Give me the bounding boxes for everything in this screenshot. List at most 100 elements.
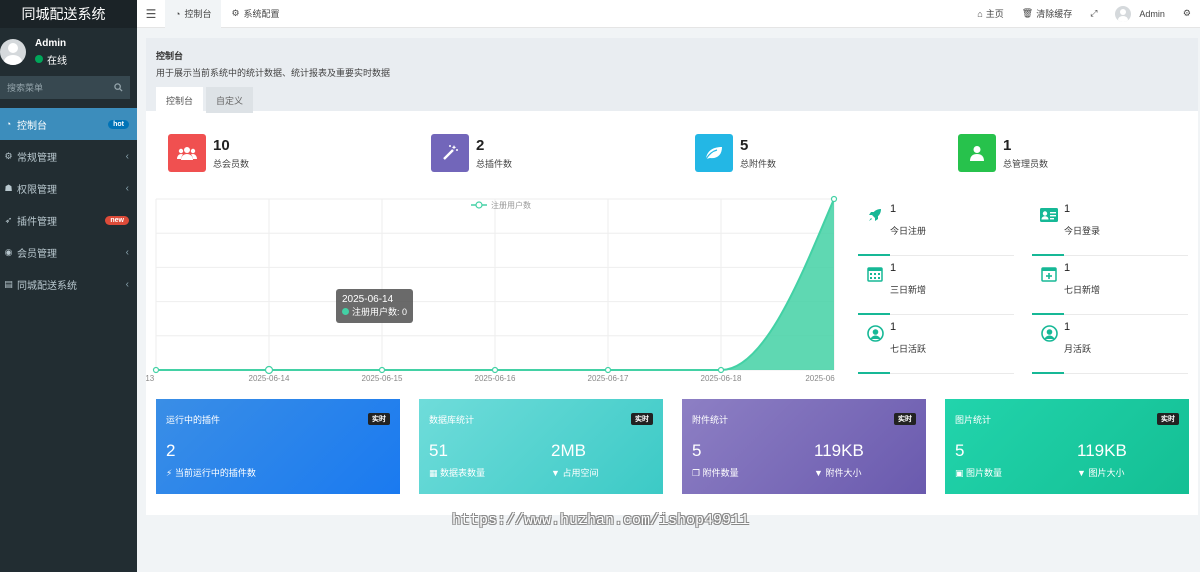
search-icon[interactable] bbox=[114, 83, 123, 92]
search-placeholder: 搜索菜单 bbox=[7, 83, 44, 93]
sidebar-item-general[interactable]: ⚙ 常规管理 ‹ bbox=[0, 140, 137, 172]
calendar-icon bbox=[866, 265, 884, 283]
sidebar-item-permissions[interactable]: ☗ 权限管理 ‹ bbox=[0, 172, 137, 204]
tooltip-value: 注册用户数: 0 bbox=[352, 307, 408, 317]
mini-stat-today-login: 1 今日登录 bbox=[1032, 198, 1188, 256]
tab-dashboard[interactable]: ◔ 控制台 bbox=[165, 0, 222, 28]
x-tick-label: 2025-06-18 bbox=[701, 374, 742, 383]
card-running-plugins: 运行中的插件 实时 2 ⚡ 当前运行中的插件数 bbox=[156, 399, 400, 494]
tooltip-text: 注册用户数: 0 bbox=[342, 306, 407, 319]
card-label: ▦ 数据表数量 bbox=[429, 466, 485, 479]
data-point bbox=[264, 365, 274, 375]
tab-console[interactable]: 控制台 bbox=[156, 87, 204, 113]
home-link[interactable]: ⌂ 主页 bbox=[968, 7, 1012, 20]
data-point bbox=[604, 366, 612, 374]
rocket-icon: ➶ bbox=[4, 214, 13, 225]
stat-value: 10 bbox=[213, 136, 230, 154]
avatar bbox=[1115, 5, 1132, 22]
user-menu[interactable]: Admin bbox=[1106, 5, 1174, 22]
user-panel: Admin 在线 bbox=[0, 28, 137, 76]
magic-icon bbox=[431, 134, 469, 172]
stat-admins: 1 总管理员数 bbox=[958, 134, 1048, 172]
rocket-icon bbox=[866, 206, 884, 224]
sidebar-item-delivery[interactable]: ▤ 同城配送系统 ‹ bbox=[0, 268, 137, 300]
admin-name: Admin bbox=[1139, 8, 1165, 19]
app-logo[interactable]: 同城配送系统 bbox=[0, 0, 137, 28]
group-icon: ☗ bbox=[4, 182, 13, 193]
users-icon bbox=[168, 134, 206, 172]
mini-stat-value: 1 bbox=[890, 203, 897, 215]
card-value: 5 bbox=[692, 441, 702, 460]
user-status-text: 在线 bbox=[47, 55, 67, 67]
sidebar-item-dashboard[interactable]: ◔ 控制台 hot bbox=[0, 108, 137, 140]
gear-icon: ⚙ bbox=[231, 8, 240, 18]
stat-members: 10 总会员数 bbox=[168, 134, 249, 172]
expand-icon: ⤢ bbox=[1090, 8, 1098, 18]
data-point bbox=[152, 366, 160, 374]
fullscreen-button[interactable]: ⤢ bbox=[1081, 8, 1106, 19]
top-navbar: ☰ ◔ 控制台 ⚙ 系统配置 ⌂ 主页 🗑 清除缓存 ⤢ Admin ⚙ bbox=[137, 0, 1200, 28]
user-icon bbox=[958, 134, 996, 172]
dashboard-icon: ◔ bbox=[175, 8, 181, 19]
mini-stat-label: 今日登录 bbox=[1064, 226, 1101, 236]
card-label-text: 数据表数量 bbox=[440, 468, 486, 478]
mini-stat-label: 三日新增 bbox=[890, 285, 927, 295]
mini-stat-value: 1 bbox=[890, 321, 897, 333]
data-point bbox=[491, 366, 499, 374]
divider bbox=[1032, 313, 1188, 315]
tab-system-config[interactable]: ⚙ 系统配置 bbox=[221, 0, 289, 28]
card-label-text: 图片大小 bbox=[1088, 468, 1125, 478]
card-title: 数据库统计 bbox=[429, 415, 475, 425]
series-dot-icon bbox=[342, 308, 349, 315]
divider bbox=[1032, 254, 1188, 256]
panel-title: 控制台 bbox=[156, 51, 184, 61]
card-title: 图片统计 bbox=[955, 415, 992, 425]
card-label: ❐ 附件数量 bbox=[692, 466, 739, 479]
file-icon: ▤ bbox=[4, 278, 13, 289]
online-dot-icon bbox=[35, 55, 43, 63]
realtime-badge: 实时 bbox=[368, 413, 390, 425]
divider bbox=[858, 372, 1014, 374]
card-database: 数据库统计 实时 51 2MB ▦ 数据表数量 ▼ 占用空间 bbox=[419, 399, 663, 494]
card-label-text: 图片数量 bbox=[966, 468, 1003, 478]
sidebar-item-label: 插件管理 bbox=[17, 216, 57, 228]
sidebar: 同城配送系统 Admin 在线 搜索菜单 ◔ 控制台 hot ⚙ 常规管理 ‹ … bbox=[0, 0, 137, 572]
mini-stat-three-days: 1 三日新增 bbox=[858, 257, 1014, 315]
settings-button[interactable]: ⚙ bbox=[1174, 8, 1200, 19]
legend-marker bbox=[475, 201, 483, 209]
panel-heading: 控制台 用于展示当前系统中的统计数据、统计报表及重要实时数据 控制台 自定义 bbox=[146, 38, 1198, 113]
mini-stat-label: 今日注册 bbox=[890, 226, 927, 236]
database-icon: ▦ bbox=[429, 468, 438, 478]
search-input[interactable]: 搜索菜单 bbox=[0, 76, 130, 99]
trash-icon: 🗑 bbox=[1021, 8, 1034, 18]
mini-stat-label: 七日新增 bbox=[1064, 285, 1101, 295]
card-label-text: 附件大小 bbox=[825, 468, 862, 478]
files-icon: ❐ bbox=[692, 468, 701, 478]
clear-cache-button[interactable]: 🗑 清除缓存 bbox=[1013, 7, 1081, 20]
stat-value: 5 bbox=[740, 136, 749, 154]
stats-row: 10 总会员数 2 总插件数 5 总附件数 1 总管理员数 bbox=[146, 134, 1198, 174]
divider bbox=[858, 254, 1014, 256]
menu-toggle-icon[interactable]: ☰ bbox=[137, 7, 165, 21]
mini-stat-label: 月活跃 bbox=[1064, 344, 1092, 354]
stat-label: 总插件数 bbox=[476, 158, 513, 169]
cogs-icon: ⚙ bbox=[4, 150, 13, 161]
tab-custom[interactable]: 自定义 bbox=[206, 87, 254, 113]
x-tick-label: 2025-06-14 bbox=[249, 374, 290, 383]
sidebar-item-label: 权限管理 bbox=[17, 184, 57, 196]
panel-tabs: 控制台 自定义 bbox=[156, 87, 1188, 113]
sidebar-item-members[interactable]: ◉ 会员管理 ‹ bbox=[0, 236, 137, 268]
divider bbox=[858, 313, 1014, 315]
sidebar-item-label: 常规管理 bbox=[17, 152, 57, 164]
sidebar-menu: ◔ 控制台 hot ⚙ 常规管理 ‹ ☗ 权限管理 ‹ ➶ 插件管理 new ◉… bbox=[0, 108, 137, 300]
leaf-icon bbox=[695, 134, 733, 172]
legend-label: 注册用户数 bbox=[491, 200, 531, 210]
panel-description: 用于展示当前系统中的统计数据、统计报表及重要实时数据 bbox=[156, 68, 391, 78]
image-icon: ▣ bbox=[955, 468, 964, 478]
card-value-secondary: 119KB bbox=[814, 441, 864, 460]
watermark: https://www.huzhan.com/ishop49911 bbox=[452, 512, 750, 529]
sidebar-item-plugins[interactable]: ➶ 插件管理 new bbox=[0, 204, 137, 236]
chevron-left-icon: ‹ bbox=[125, 278, 129, 290]
registration-chart[interactable]: 06-13 2025-06-14 2025-06-15 2025-06-16 2025-… bbox=[134, 195, 846, 385]
app-title: 同城配送系统 bbox=[21, 6, 106, 22]
